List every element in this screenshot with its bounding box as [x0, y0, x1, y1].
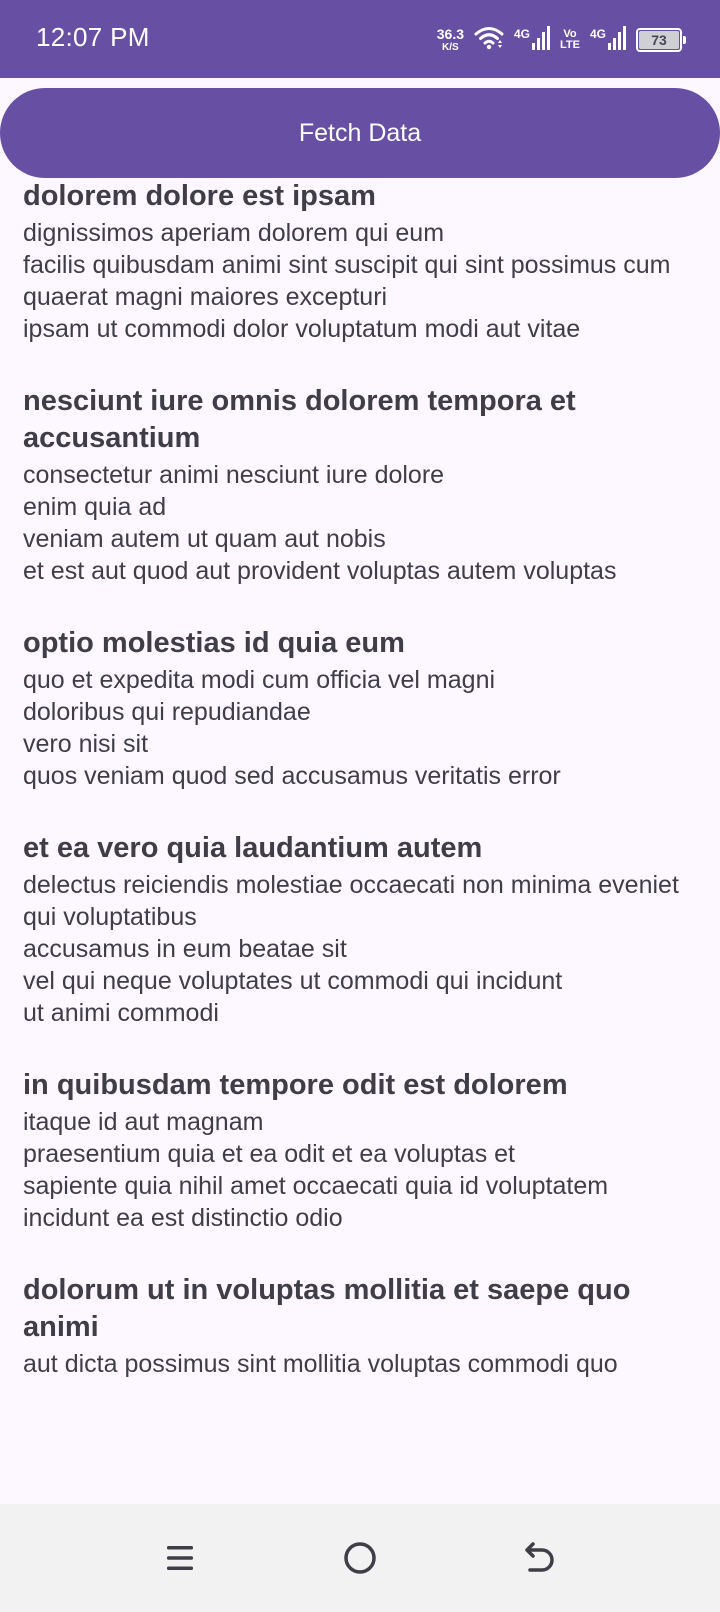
list-item: et ea vero quia laudantium autem delectu… — [0, 830, 720, 1029]
home-icon[interactable] — [334, 1532, 386, 1584]
back-icon[interactable] — [514, 1532, 566, 1584]
post-title: dolorem dolore est ipsam — [23, 180, 376, 212]
status-bar: 12:07 PM 36.3 K/S 4G Vo LTE 4G 73 — [0, 0, 720, 78]
network-4g-2-label: 4G — [589, 26, 606, 41]
post-title: in quibusdam tempore odit est dolorem — [23, 1069, 568, 1101]
signal-icon — [532, 25, 551, 56]
network-speed-unit: K/S — [442, 42, 459, 53]
status-time: 12:07 PM — [36, 22, 150, 52]
post-title: nesciunt iure omnis dolorem tempora et a… — [23, 385, 576, 454]
network-4g-1: 4G — [514, 25, 551, 56]
battery-level: 73 — [639, 31, 679, 49]
post-body: itaque id aut magnam praesentium quia et… — [23, 1108, 609, 1232]
post-body: delectus reiciendis molestiae occaecati … — [23, 871, 679, 1027]
network-speed-value: 36.3 — [436, 26, 464, 42]
battery-body: 73 — [636, 28, 682, 52]
wifi-icon — [474, 26, 504, 55]
volte-bottom: LTE — [560, 39, 580, 51]
fetch-data-button[interactable]: Fetch Data — [0, 88, 720, 178]
network-4g-2: 4G — [590, 25, 626, 56]
list-item: optio molestias id quia eum quo et exped… — [0, 625, 720, 792]
post-title: dolorum ut in voluptas mollitia et saepe… — [23, 1274, 631, 1343]
list-item: in quibusdam tempore odit est dolorem it… — [0, 1067, 720, 1234]
signal-icon — [608, 25, 626, 56]
navigation-bar — [0, 1504, 720, 1612]
post-title: optio molestias id quia eum — [23, 627, 405, 659]
network-4g-1-label: 4G — [514, 26, 531, 41]
menu-icon[interactable] — [154, 1532, 206, 1584]
battery-tip — [683, 36, 686, 44]
post-body: quo et expedita modi cum officia vel mag… — [23, 666, 561, 790]
post-body: dignissimos aperiam dolorem qui eum faci… — [23, 219, 671, 343]
post-body: consectetur animi nesciunt iure dolore e… — [23, 461, 617, 585]
list-item: dolorem dolore est ipsam dignissimos ape… — [0, 178, 720, 345]
posts-list[interactable]: dolorem dolore est ipsam dignissimos ape… — [0, 178, 720, 1504]
list-item: nesciunt iure omnis dolorem tempora et a… — [0, 383, 720, 587]
volte-indicator: Vo LTE — [560, 29, 580, 51]
list-item: dolorum ut in voluptas mollitia et saepe… — [0, 1272, 720, 1380]
post-title: et ea vero quia laudantium autem — [23, 832, 483, 864]
battery-icon: 73 — [636, 28, 686, 52]
post-body: aut dicta possimus sint mollitia volupta… — [23, 1350, 618, 1378]
network-speed: 36.3 K/S — [437, 27, 464, 53]
status-icons: 36.3 K/S 4G Vo LTE 4G 73 — [437, 20, 686, 60]
